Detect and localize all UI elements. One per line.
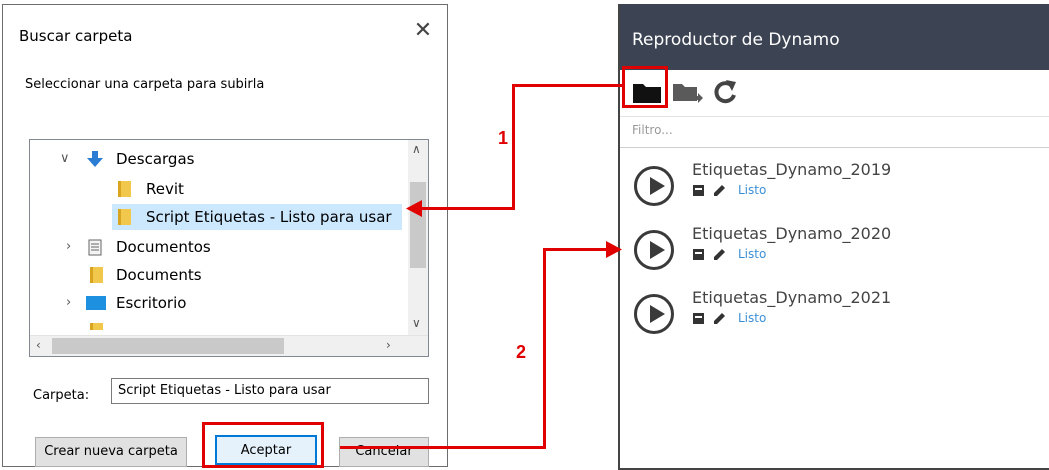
tree-item-escritorio[interactable]: › Escritorio xyxy=(30,290,408,316)
graph-name: Etiquetas_Dynamo_2021 xyxy=(692,288,892,307)
chevron-right-icon[interactable]: › xyxy=(66,234,71,260)
horizontal-scrollbar[interactable]: ‹ › xyxy=(30,335,428,356)
dynamo-player-panel: Reproductor de Dynamo Filtro... Etiqueta… xyxy=(618,4,1049,470)
annotation-line xyxy=(512,84,515,209)
toolbar xyxy=(620,70,1049,116)
desktop-icon xyxy=(86,296,106,310)
pencil-icon[interactable] xyxy=(712,312,726,326)
graph-name: Etiquetas_Dynamo_2020 xyxy=(692,224,892,243)
refresh-icon[interactable] xyxy=(712,78,740,106)
tree-item-label: Escritorio xyxy=(116,294,187,312)
scroll-right-icon[interactable]: › xyxy=(386,338,391,352)
tree-item-documents[interactable]: Documents xyxy=(30,262,408,288)
graph-status: Listo xyxy=(738,183,767,197)
graph-item[interactable]: Etiquetas_Dynamo_2019 Listo xyxy=(620,156,1049,216)
graph-file-icon xyxy=(693,249,704,260)
documents-icon xyxy=(88,239,102,256)
graph-file-icon xyxy=(693,185,704,196)
graph-status: Listo xyxy=(738,311,767,325)
annotation-arrowhead xyxy=(406,200,422,217)
graph-file-icon xyxy=(693,313,704,324)
folder-icon xyxy=(90,323,103,330)
pencil-icon[interactable] xyxy=(712,248,726,262)
tree-item-partial xyxy=(30,318,408,330)
dialog-prompt: Seleccionar una carpeta para subirla xyxy=(25,77,265,92)
annotation-line xyxy=(512,84,622,87)
vertical-scrollbar[interactable]: ∧ ∨ xyxy=(408,140,428,338)
scroll-up-icon[interactable]: ∧ xyxy=(412,142,421,156)
folder-input[interactable]: Script Etiquetas - Listo para usar xyxy=(111,378,429,404)
highlight-accept-box xyxy=(202,422,324,468)
tree-item-revit[interactable]: Revit xyxy=(30,176,408,202)
play-icon[interactable] xyxy=(634,294,674,334)
close-icon[interactable]: ✕ xyxy=(411,19,435,43)
annotation-line xyxy=(420,207,515,210)
new-folder-button[interactable]: Crear nueva carpeta xyxy=(35,437,187,467)
panel-title: Reproductor de Dynamo xyxy=(632,30,840,50)
annotation-arrowhead xyxy=(606,241,622,258)
pencil-icon[interactable] xyxy=(712,184,726,198)
play-icon[interactable] xyxy=(634,166,674,206)
vertical-scroll-thumb[interactable] xyxy=(410,182,426,268)
annotation-number: 2 xyxy=(516,342,527,362)
panel-header: Reproductor de Dynamo xyxy=(620,4,1049,70)
chevron-right-icon[interactable]: › xyxy=(66,290,71,316)
filter-input[interactable]: Filtro... xyxy=(632,123,673,137)
graph-item[interactable]: Etiquetas_Dynamo_2020 Listo xyxy=(620,220,1049,280)
graph-name: Etiquetas_Dynamo_2019 xyxy=(692,160,892,179)
tree-item-label: Documents xyxy=(116,266,202,284)
horizontal-scroll-thumb[interactable] xyxy=(52,338,284,354)
tree-item-script-etiquetas[interactable]: Script Etiquetas - Listo para usar xyxy=(112,204,402,230)
folder-label: Carpeta: xyxy=(33,388,90,403)
download-arrow-icon xyxy=(87,151,103,167)
tree-item-label: Revit xyxy=(146,180,184,198)
graph-item[interactable]: Etiquetas_Dynamo_2021 Listo xyxy=(620,284,1049,344)
folder-icon xyxy=(118,209,131,225)
folder-icon xyxy=(90,267,103,283)
export-folder-icon[interactable] xyxy=(672,80,704,106)
tree-item-label: Script Etiquetas - Listo para usar xyxy=(146,208,392,226)
play-icon[interactable] xyxy=(634,230,674,270)
folder-icon xyxy=(118,181,131,197)
graph-status: Listo xyxy=(738,247,767,261)
scroll-down-icon[interactable]: ∨ xyxy=(412,316,421,330)
folder-tree[interactable]: ∨ Descargas Revit Script Etiquetas - Lis… xyxy=(29,139,429,357)
tree-item-label: Descargas xyxy=(116,150,195,168)
dialog-title: Buscar carpeta xyxy=(19,27,133,45)
tree-item-descargas[interactable]: ∨ Descargas xyxy=(30,146,408,172)
browse-folder-dialog: Buscar carpeta ✕ Seleccionar una carpeta… xyxy=(2,4,448,467)
tree-item-label: Documentos xyxy=(116,238,211,256)
annotation-line xyxy=(543,248,546,449)
annotation-number: 1 xyxy=(498,128,509,148)
highlight-folder-icon-box xyxy=(622,66,668,108)
chevron-down-icon[interactable]: ∨ xyxy=(60,146,70,172)
scroll-left-icon[interactable]: ‹ xyxy=(36,338,41,352)
annotation-line xyxy=(543,248,609,251)
annotation-line xyxy=(340,446,546,449)
tree-item-documentos[interactable]: › Documentos xyxy=(30,234,408,260)
filter-bar[interactable]: Filtro... xyxy=(620,116,1049,148)
cancel-button[interactable]: Cancelar xyxy=(339,437,429,467)
